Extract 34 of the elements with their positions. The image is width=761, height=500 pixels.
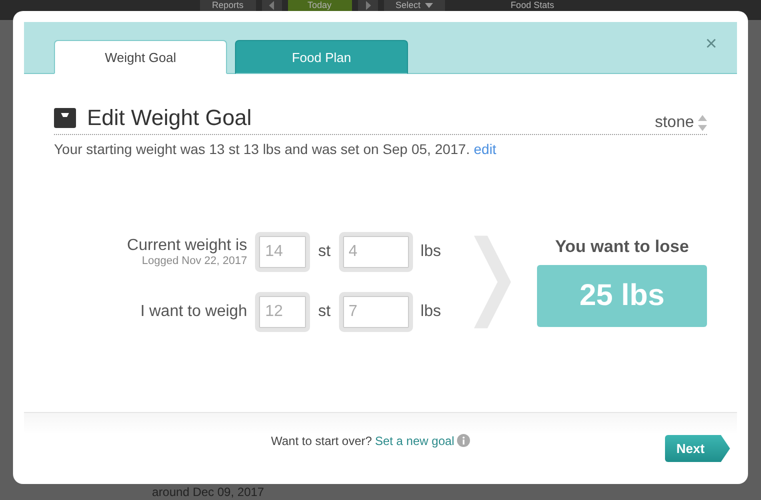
next-icon[interactable] [358, 0, 378, 11]
new-goal-link[interactable]: Set a new goal [374, 434, 454, 448]
info-icon[interactable] [457, 434, 470, 447]
select-button[interactable]: Select [384, 0, 445, 11]
unit-label: st [318, 243, 331, 261]
footer-text: Want to start over? [271, 434, 372, 448]
tab[interactable]: Food Plan [235, 40, 408, 74]
edit-link[interactable]: edit [474, 141, 496, 157]
unit-label: st [318, 303, 331, 321]
pounds-field[interactable]: 4 [338, 232, 413, 272]
dialog-title: Edit Weight Goal [87, 105, 253, 131]
unit-label: lbs [420, 303, 441, 321]
logged-date: Logged Nov 22, 2017 [142, 255, 248, 267]
pounds-field[interactable]: 7 [338, 292, 413, 332]
stones-field[interactable]: 12 [255, 292, 310, 332]
side-title: Food Stats [510, 0, 554, 11]
next-button[interactable]: Next [665, 435, 730, 462]
unit-select[interactable]: stone [654, 114, 707, 132]
scale-icon [54, 108, 76, 128]
row-label: I want to weigh [140, 303, 248, 321]
previous-icon[interactable] [262, 0, 282, 11]
close-button[interactable]: × [705, 34, 717, 54]
stones-field[interactable]: 14 [255, 232, 310, 272]
sort-arrows-icon [698, 115, 707, 131]
tab[interactable]: Weight Goal [54, 40, 227, 74]
reports-button[interactable]: Reports [200, 0, 256, 11]
background-text: around Dec 09, 2017 [152, 485, 264, 499]
intro-text: Your starting weight was 13 st 13 lbs and was set on Sep 05, 2017. edit [54, 141, 498, 157]
caret-icon [424, 3, 433, 8]
result-value: 25 lbs [537, 265, 707, 327]
unit-label: lbs [420, 243, 441, 261]
row-label: Current weight is [127, 237, 248, 255]
today-button[interactable]: Today [288, 0, 352, 11]
result-label: You want to lose [555, 237, 689, 257]
